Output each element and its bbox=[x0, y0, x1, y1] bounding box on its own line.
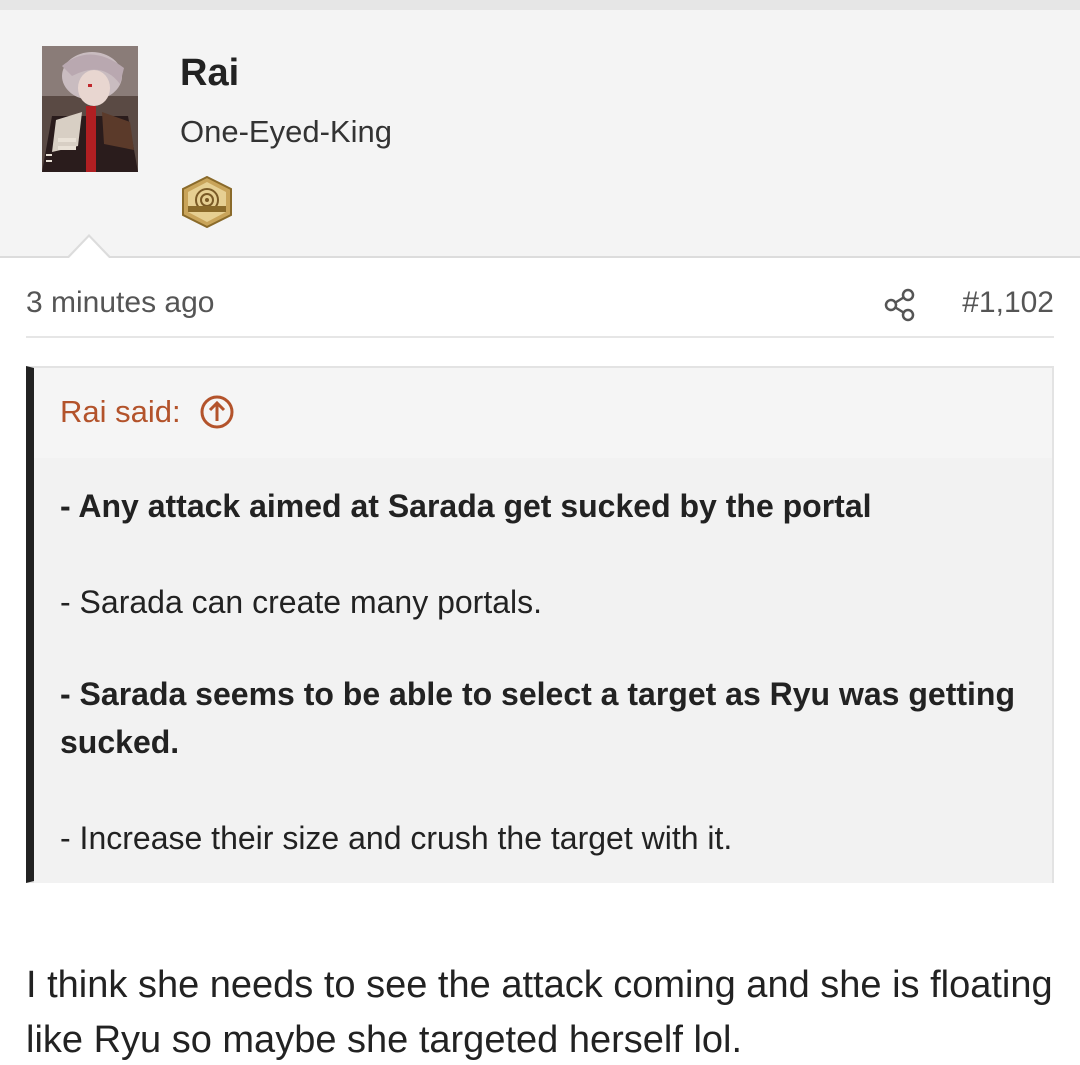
quote-attribution[interactable]: Rai said: bbox=[60, 394, 235, 430]
post-body-text: I think she needs to see the attack comi… bbox=[26, 964, 1053, 1061]
post-meta: 3 minutes ago #1,102 bbox=[26, 286, 1054, 338]
post-number-link[interactable]: #1,102 bbox=[962, 286, 1054, 320]
post-timestamp[interactable]: 3 minutes ago bbox=[26, 286, 214, 320]
user-header: Rai One-Eyed-King bbox=[0, 10, 1080, 259]
user-title: One-Eyed-King bbox=[180, 114, 392, 149]
quote-line: - Sarada seems to be able to select a ta… bbox=[60, 676, 1015, 760]
avatar-image bbox=[42, 46, 138, 172]
avatar[interactable] bbox=[42, 46, 138, 172]
quote-author-label[interactable]: Rai said: bbox=[60, 394, 181, 430]
share-icon[interactable] bbox=[884, 288, 916, 322]
username[interactable]: Rai bbox=[180, 52, 239, 95]
quote-line: - Sarada can create many portals. bbox=[60, 584, 543, 620]
quote-line: - Any attack aimed at Sarada get sucked … bbox=[60, 488, 872, 524]
quote-block: Rai said: - Any attack aimed at Sarada g… bbox=[26, 366, 1054, 883]
quote-line: - Increase their size and crush the targ… bbox=[60, 820, 733, 856]
fanverse-badge-icon[interactable] bbox=[180, 175, 234, 229]
arrow-up-circle-icon[interactable] bbox=[199, 394, 235, 430]
quote-body: - Any attack aimed at Sarada get sucked … bbox=[34, 458, 1052, 883]
top-strip bbox=[0, 0, 1080, 10]
header-caret-fill bbox=[68, 237, 110, 259]
